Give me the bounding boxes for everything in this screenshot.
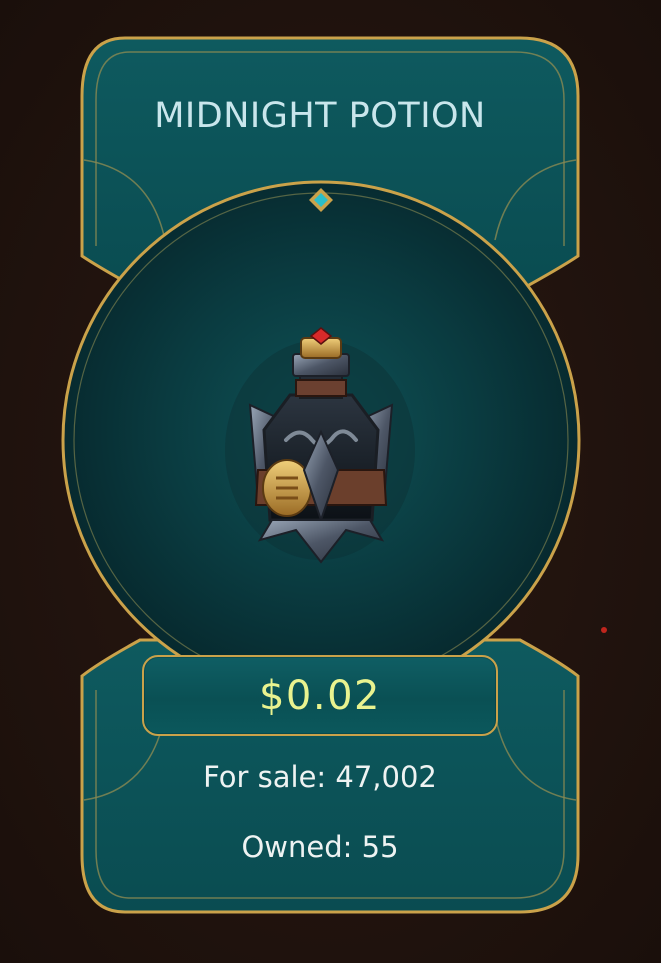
- for-sale-count: For sale: 47,002: [203, 760, 437, 794]
- owned-count: Owned: 55: [241, 830, 399, 864]
- item-card-screen: MIDNIGHT POTION $0.02 For sale: 47,002 O…: [0, 0, 661, 963]
- red-dot-indicator: [601, 627, 607, 633]
- item-title: MIDNIGHT POTION: [154, 96, 486, 136]
- price-button[interactable]: $0.02: [142, 655, 498, 736]
- price-label: $0.02: [258, 672, 381, 719]
- card-frame: [61, 36, 581, 914]
